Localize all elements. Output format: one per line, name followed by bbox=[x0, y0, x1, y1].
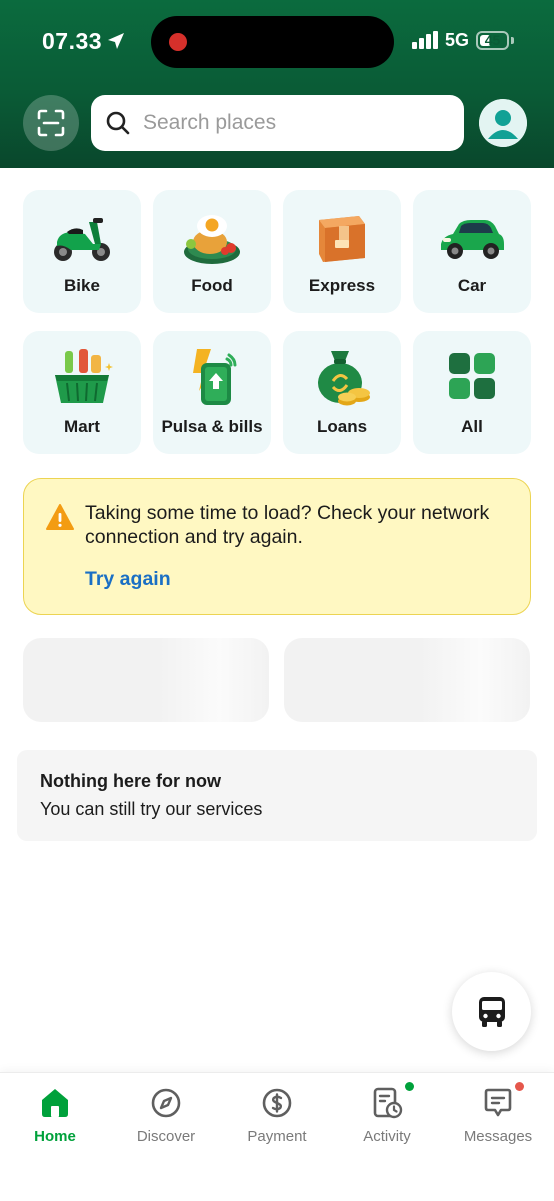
nav-label: Activity bbox=[363, 1128, 411, 1145]
battery-level: 45 bbox=[484, 32, 501, 48]
service-tile-food[interactable]: Food bbox=[153, 190, 271, 313]
home-icon bbox=[42, 1089, 68, 1117]
motorbike-icon bbox=[54, 218, 110, 261]
nav-label: Messages bbox=[463, 1128, 533, 1145]
activity-badge bbox=[405, 1082, 414, 1091]
nav-label: Payment bbox=[247, 1128, 307, 1145]
nav-label: Discover bbox=[136, 1128, 196, 1145]
empty-state-subtitle: You can still try our services bbox=[40, 799, 263, 819]
profile-avatar-button[interactable] bbox=[479, 99, 527, 147]
car-icon bbox=[441, 220, 504, 259]
service-label: Loans bbox=[316, 417, 368, 436]
package-box-icon bbox=[319, 216, 365, 262]
service-label: Mart bbox=[64, 417, 100, 436]
recording-indicator bbox=[169, 33, 187, 51]
location-arrow-icon bbox=[108, 33, 124, 49]
network-alert: Taking some time to load? Check your net… bbox=[23, 478, 531, 615]
service-tile-express[interactable]: Express bbox=[283, 190, 401, 313]
warning-icon bbox=[46, 504, 74, 530]
service-tile-car[interactable]: Car bbox=[413, 190, 531, 313]
bottom-navigation: Home Discover Payment Activity Messages bbox=[0, 1072, 554, 1201]
dynamic-island bbox=[151, 16, 394, 68]
empty-state-title: Nothing here for now bbox=[40, 771, 221, 791]
loading-placeholder bbox=[284, 638, 530, 722]
service-label: Bike bbox=[64, 276, 100, 295]
battery-icon: 45 bbox=[476, 31, 509, 50]
transit-button[interactable] bbox=[452, 972, 531, 1051]
search-input[interactable] bbox=[141, 110, 445, 136]
messages-badge bbox=[515, 1082, 524, 1091]
nav-discover[interactable]: Discover bbox=[111, 1073, 221, 1163]
search-icon bbox=[106, 111, 130, 135]
food-plate-icon bbox=[184, 215, 240, 264]
service-tile-mart[interactable]: Mart bbox=[23, 331, 141, 454]
service-tile-loans[interactable]: Loans bbox=[283, 331, 401, 454]
shopping-basket-icon bbox=[55, 349, 113, 403]
nav-home[interactable]: Home bbox=[0, 1073, 110, 1163]
service-tile-pulsa-bills[interactable]: Pulsa & bills bbox=[153, 331, 271, 454]
network-label: 5G bbox=[445, 30, 470, 50]
app-header: 07.33 5G 45 bbox=[0, 0, 554, 168]
grid-icon bbox=[449, 353, 495, 399]
activity-icon bbox=[373, 1087, 403, 1119]
scan-icon bbox=[37, 109, 65, 137]
battery-tip bbox=[511, 37, 514, 44]
service-label: Food bbox=[191, 276, 233, 295]
phone-bill-icon bbox=[193, 349, 237, 405]
alert-message: Taking some time to load? Check your net… bbox=[85, 502, 490, 548]
compass-icon bbox=[151, 1088, 181, 1118]
bus-icon bbox=[478, 996, 505, 1027]
chat-icon bbox=[484, 1088, 512, 1117]
service-tile-bike[interactable]: Bike bbox=[23, 190, 141, 313]
money-bag-icon bbox=[318, 351, 370, 406]
nav-activity[interactable]: Activity bbox=[332, 1073, 442, 1163]
status-time: 07.33 bbox=[42, 28, 103, 54]
nav-payment[interactable]: Payment bbox=[222, 1073, 332, 1163]
scan-button[interactable] bbox=[23, 95, 79, 151]
signal-icon bbox=[412, 31, 438, 49]
empty-state-card: Nothing here for now You can still try o… bbox=[17, 750, 537, 841]
search-bar[interactable] bbox=[91, 95, 464, 151]
service-label: Express bbox=[308, 276, 376, 295]
service-tile-all[interactable]: All bbox=[413, 331, 531, 454]
dollar-circle-icon bbox=[262, 1088, 292, 1118]
loading-placeholder bbox=[23, 638, 269, 722]
service-label: Pulsa & bills bbox=[161, 417, 263, 436]
service-label: All bbox=[461, 417, 483, 436]
try-again-link[interactable]: Try again bbox=[85, 568, 171, 591]
service-label: Car bbox=[457, 276, 487, 295]
nav-label: Home bbox=[34, 1128, 76, 1145]
user-avatar-icon bbox=[479, 99, 527, 147]
nav-messages[interactable]: Messages bbox=[443, 1073, 553, 1163]
